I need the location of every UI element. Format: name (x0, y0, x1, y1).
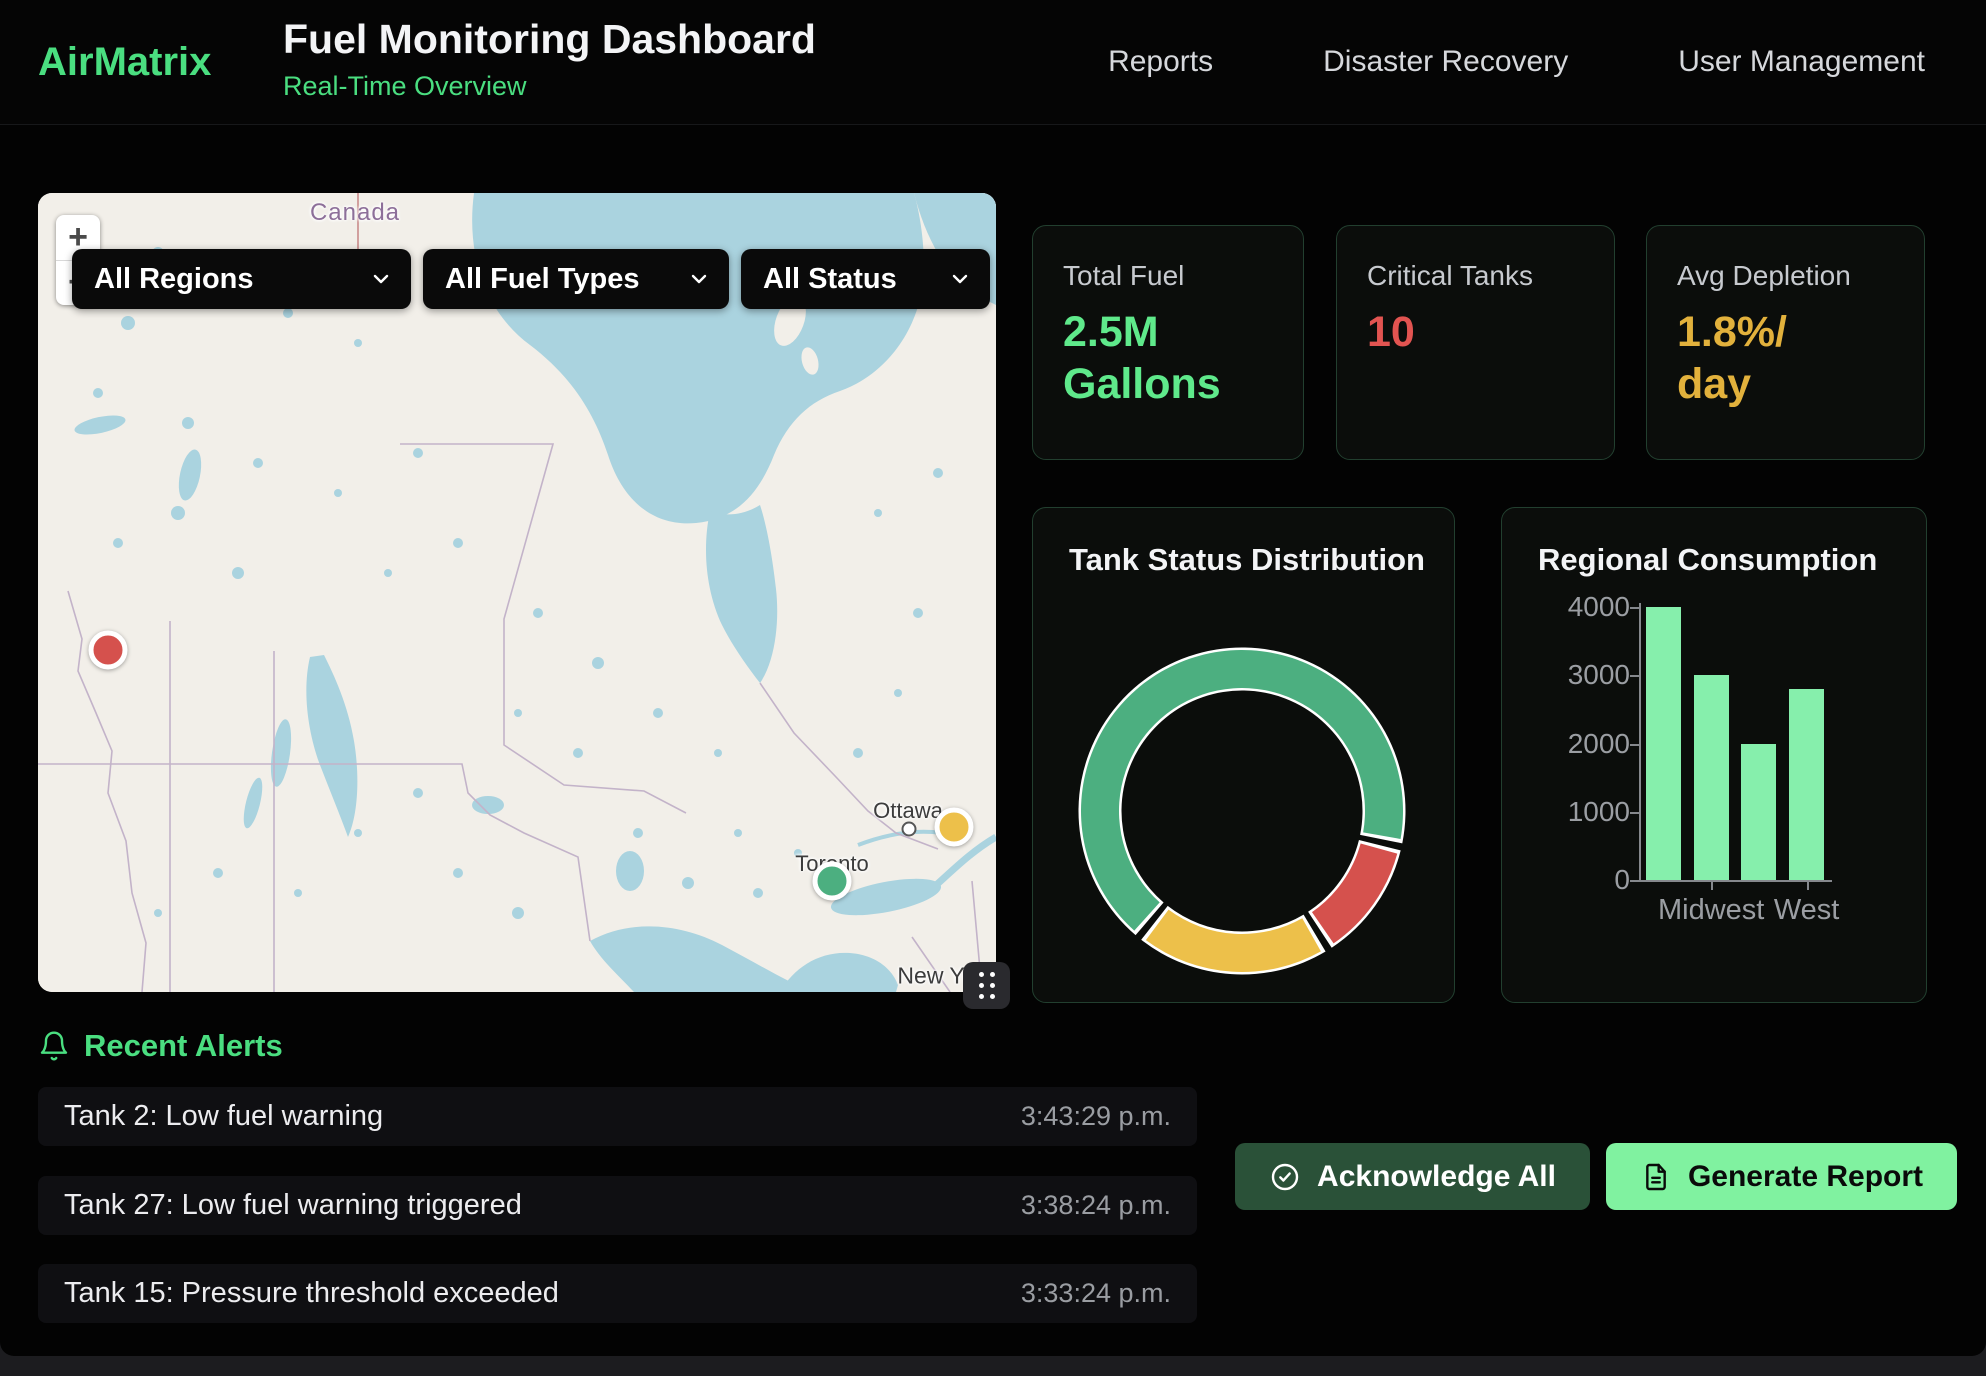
filter-dropdown-all-regions[interactable]: All Regions (72, 249, 411, 309)
map[interactable]: Canada Ottawa Toronto New York + − All R… (38, 193, 996, 992)
chevron-down-icon (369, 267, 393, 291)
bell-icon (38, 1030, 70, 1062)
map-label-canada: Canada (310, 199, 400, 227)
bar-region-1 (1646, 607, 1681, 880)
app-header: AirMatrix Fuel Monitoring Dashboard Real… (0, 0, 1986, 125)
map-marker-normal[interactable] (813, 862, 852, 901)
y-axis-line (1639, 603, 1641, 882)
stat-label: Total Fuel (1063, 260, 1273, 292)
alerts-title: Recent Alerts (84, 1028, 283, 1064)
ottawa-town-dot (902, 822, 917, 837)
stat-value: 10 (1367, 306, 1584, 358)
x-tick-label: West (1774, 894, 1840, 927)
regional-consumption-bar-chart: 0 1000 2000 3000 4000 Midwest West (1502, 508, 1926, 1002)
alert-time: 3:38:24 p.m. (1021, 1190, 1171, 1221)
page-title: Fuel Monitoring Dashboard (283, 17, 816, 62)
generate-report-button[interactable]: Generate Report (1606, 1143, 1957, 1210)
x-tick-mark (1711, 882, 1713, 890)
page-subtitle: Real-Time Overview (283, 71, 816, 102)
x-tick-mark (1807, 882, 1809, 890)
generate-report-label: Generate Report (1688, 1160, 1923, 1194)
y-tick-mark (1630, 675, 1639, 677)
bar-west (1789, 689, 1824, 880)
y-tick-label: 1000 (1510, 796, 1630, 828)
tank-status-donut-chart (1033, 508, 1454, 1002)
map-resize-grip[interactable] (963, 962, 1010, 1009)
y-tick-label: 4000 (1510, 591, 1630, 623)
x-tick-label: Midwest (1658, 894, 1764, 927)
report-document-icon (1640, 1161, 1672, 1193)
map-label-ottawa: Ottawa (873, 798, 943, 824)
y-tick-label: 0 (1510, 864, 1630, 896)
alert-text: Tank 27: Low fuel warning triggered (64, 1189, 522, 1222)
chevron-down-icon (687, 267, 711, 291)
stat-card-avg-depletion: Avg Depletion 1.8%/ day (1646, 225, 1925, 460)
filter-label: All Regions (94, 263, 254, 296)
stat-value: 1.8%/ day (1677, 306, 1894, 411)
map-filter-bar: All Regions All Fuel Types All Status (72, 249, 990, 309)
acknowledge-all-button[interactable]: Acknowledge All (1235, 1143, 1590, 1210)
stat-label: Avg Depletion (1677, 260, 1894, 292)
stat-card-total-fuel: Total Fuel 2.5M Gallons (1032, 225, 1304, 460)
stat-label: Critical Tanks (1367, 260, 1584, 292)
tank-status-card: Tank Status Distribution (1032, 507, 1455, 1003)
y-tick-label: 2000 (1510, 728, 1630, 760)
circle-check-icon (1269, 1161, 1301, 1193)
alert-row[interactable]: Tank 2: Low fuel warning 3:43:29 p.m. (38, 1087, 1197, 1146)
stat-value: 2.5M Gallons (1063, 306, 1273, 411)
map-marker-critical[interactable] (89, 631, 128, 670)
y-tick-mark (1630, 812, 1639, 814)
filter-dropdown-all-status[interactable]: All Status (741, 249, 990, 309)
alert-text: Tank 2: Low fuel warning (64, 1100, 383, 1133)
regional-consumption-card: Regional Consumption 01000200030004000Mi… (1501, 507, 1927, 1003)
filter-dropdown-all-fuel-types[interactable]: All Fuel Types (423, 249, 729, 309)
stat-card-critical-tanks: Critical Tanks 10 (1336, 225, 1615, 460)
y-tick-mark (1630, 880, 1639, 882)
alert-text: Tank 15: Pressure threshold exceeded (64, 1277, 559, 1310)
dashboard-app: AirMatrix Fuel Monitoring Dashboard Real… (0, 0, 1986, 1356)
y-tick-label: 3000 (1510, 659, 1630, 691)
bar-region-3 (1741, 744, 1776, 881)
main-nav: Reports Disaster Recovery User Management (1108, 0, 1925, 124)
filter-label: All Status (763, 263, 897, 296)
x-axis-line (1639, 880, 1832, 882)
bar-midwest (1694, 675, 1729, 880)
nav-item-user-management[interactable]: User Management (1678, 45, 1925, 79)
alerts-header: Recent Alerts (38, 1028, 283, 1064)
filter-label: All Fuel Types (445, 263, 639, 296)
map-marker-warning[interactable] (935, 808, 974, 847)
title-block: Fuel Monitoring Dashboard Real-Time Over… (283, 17, 816, 102)
acknowledge-all-label: Acknowledge All (1317, 1160, 1556, 1194)
nav-item-reports[interactable]: Reports (1108, 45, 1213, 79)
alert-time: 3:33:24 p.m. (1021, 1278, 1171, 1309)
alert-row[interactable]: Tank 27: Low fuel warning triggered 3:38:… (38, 1176, 1197, 1235)
nav-item-disaster-recovery[interactable]: Disaster Recovery (1323, 45, 1568, 79)
alert-time: 3:43:29 p.m. (1021, 1101, 1171, 1132)
y-tick-mark (1630, 607, 1639, 609)
chevron-down-icon (948, 267, 972, 291)
brand-logo: AirMatrix (38, 0, 211, 124)
y-tick-mark (1630, 744, 1639, 746)
alert-row[interactable]: Tank 15: Pressure threshold exceeded 3:33… (38, 1264, 1197, 1323)
